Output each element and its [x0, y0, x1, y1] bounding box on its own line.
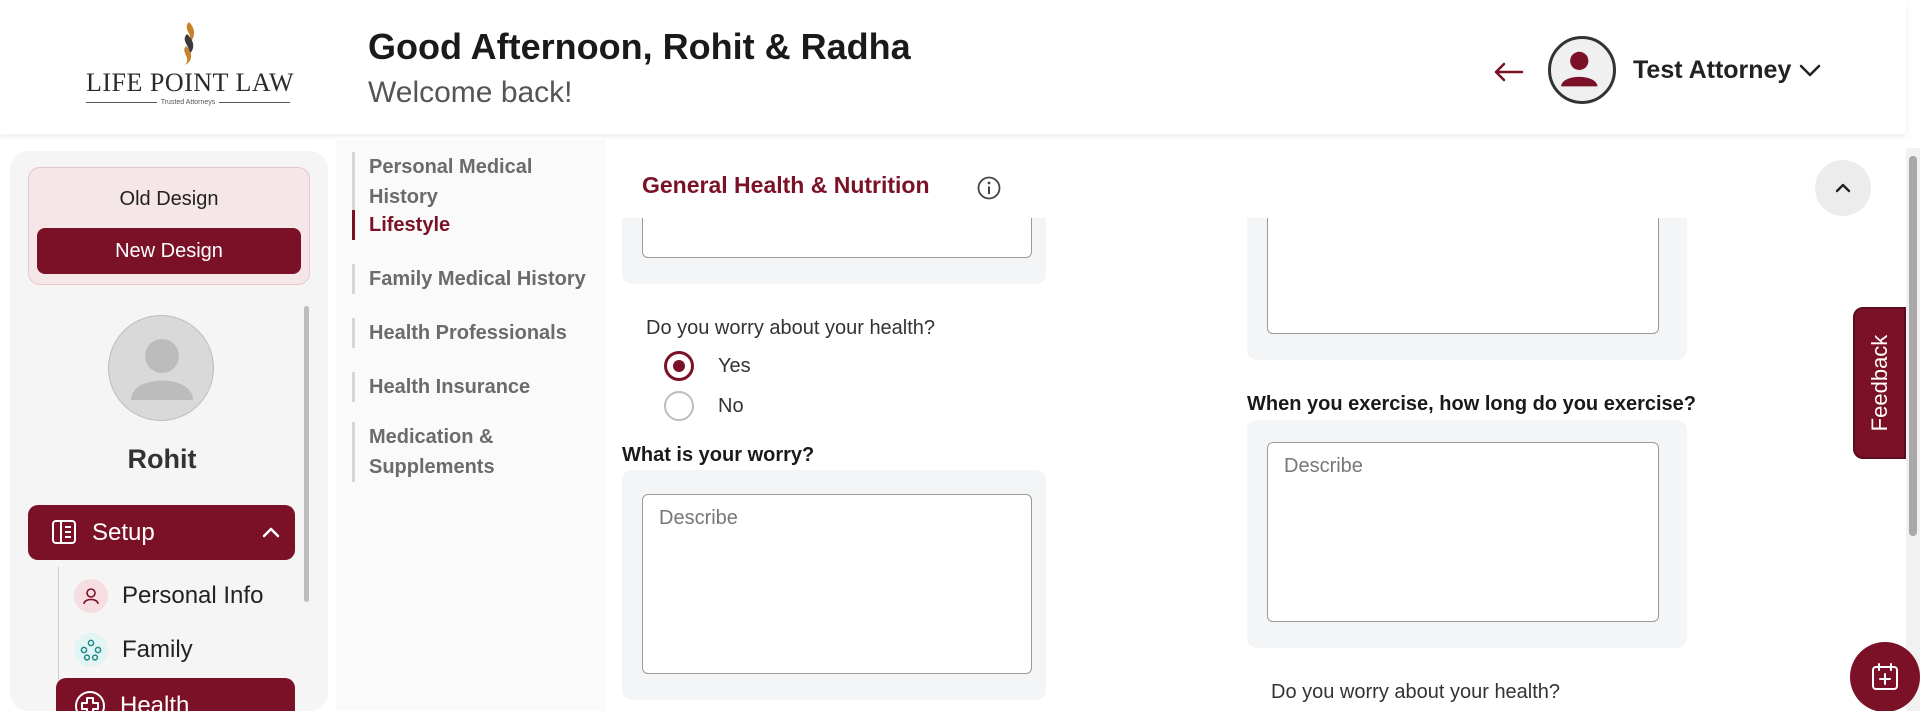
logo-tagline: Trusted Attorneys	[160, 99, 216, 106]
person-icon	[74, 579, 108, 613]
worry-question-label: Do you worry about your health?	[646, 317, 936, 339]
radio-label: Yes	[718, 354, 751, 377]
profile-name: Rohit	[127, 444, 197, 474]
family-icon	[74, 633, 108, 667]
setup-menu-button[interactable]: Setup	[28, 505, 295, 560]
sidebar-item-label: Family	[122, 636, 193, 663]
radio-yes[interactable]: Yes	[664, 351, 751, 381]
chevron-up-icon	[262, 527, 280, 538]
welcome-subtitle: Welcome back!	[368, 76, 573, 109]
nav-personal-medical-history[interactable]: Personal Medical History	[352, 152, 602, 212]
setup-label: Setup	[92, 519, 155, 546]
chevron-down-icon[interactable]	[1796, 58, 1824, 82]
section-header: General Health & Nutrition	[622, 152, 1888, 218]
nav-health-insurance[interactable]: Health Insurance	[352, 372, 602, 402]
radio-circle	[664, 391, 694, 421]
sidebar-scrollbar[interactable]	[304, 306, 309, 602]
page-scrollbar[interactable]	[1906, 148, 1920, 711]
logo[interactable]: LIFE POINT LAW Trusted Attorneys	[86, 20, 295, 110]
radio-circle-selected	[664, 351, 694, 381]
nav-health-professionals[interactable]: Health Professionals	[352, 318, 602, 348]
collapse-section-button[interactable]	[1815, 160, 1871, 216]
exercise-length-textarea[interactable]: Describe	[1267, 442, 1659, 622]
what-worry-label: What is your worry?	[622, 444, 815, 466]
flame-logo-icon	[184, 22, 195, 65]
layout-icon	[52, 520, 76, 544]
section-title: General Health & Nutrition	[642, 172, 930, 198]
user-avatar[interactable]	[1548, 36, 1616, 104]
feedback-tab[interactable]: Feedback	[1853, 307, 1906, 459]
arrow-left-icon[interactable]	[1490, 52, 1526, 92]
radio-no[interactable]: No	[664, 391, 744, 421]
logo-text: LIFE POINT LAW	[86, 68, 295, 97]
radio-label: No	[718, 394, 744, 417]
chevron-up-icon	[1835, 183, 1851, 193]
form-panel: Describe	[1247, 420, 1687, 648]
feedback-label: Feedback	[1866, 334, 1892, 432]
sidebar-item-health[interactable]: Health	[56, 678, 295, 711]
nav-medication-supplements[interactable]: Medication & Supplements	[352, 422, 582, 482]
medical-cross-icon	[75, 691, 105, 711]
exercise-length-label: When you exercise, how long do you exerc…	[1247, 393, 1697, 415]
section-nav: Personal Medical History Lifestyle Famil…	[336, 140, 606, 711]
logo-tagline-row: Trusted Attorneys	[86, 99, 291, 106]
sidebar-item-label: Personal Info	[122, 582, 264, 609]
calendar-plus-icon	[1872, 663, 1898, 690]
profile-avatar	[108, 315, 214, 421]
calendar-add-button[interactable]	[1850, 642, 1920, 711]
new-design-button[interactable]: New Design	[37, 228, 301, 274]
greeting-title: Good Afternoon, Rohit & Radha	[368, 26, 911, 67]
sidebar-item-personal-info[interactable]: Personal Info	[74, 574, 263, 618]
person-placeholder-icon	[131, 339, 193, 400]
design-switcher: Old Design New Design	[28, 167, 310, 285]
top-header: LIFE POINT LAW Trusted Attorneys Good Af…	[0, 0, 1906, 134]
main-content: Do you worry about your health? Yes No W…	[606, 134, 1920, 711]
sidebar-item-label: Health	[120, 692, 190, 711]
what-worry-textarea[interactable]: Describe	[642, 494, 1032, 674]
scrollbar-thumb[interactable]	[1909, 156, 1917, 536]
info-icon[interactable]	[976, 175, 1002, 201]
worry-question-label-2: Do you worry about your health?	[1271, 681, 1561, 703]
sidebar-item-family[interactable]: Family	[74, 628, 193, 672]
user-avatar-icon	[1561, 51, 1598, 87]
old-design-button[interactable]: Old Design	[29, 188, 309, 211]
form-panel: Describe	[622, 470, 1046, 700]
nav-family-medical-history[interactable]: Family Medical History	[352, 264, 602, 294]
left-sidebar: Old Design New Design Rohit Setup Person…	[10, 151, 328, 711]
user-name[interactable]: Test Attorney	[1633, 56, 1791, 85]
nav-lifestyle[interactable]: Lifestyle	[352, 210, 602, 240]
